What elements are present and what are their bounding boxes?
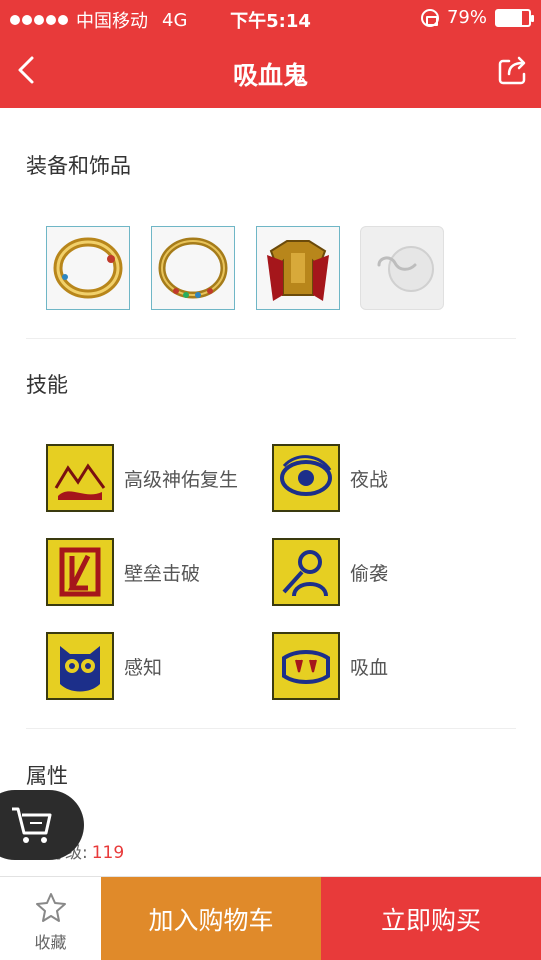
- section-divider: [26, 338, 516, 339]
- add-to-cart-button[interactable]: 加入购物车: [101, 877, 321, 960]
- jeweled-ring-icon: [158, 237, 228, 299]
- skill-item[interactable]: 夜战: [272, 444, 388, 512]
- battery-percent: 79%: [446, 7, 487, 28]
- skill-label: 吸血: [350, 656, 389, 679]
- resurrection-icon: [46, 444, 114, 512]
- gold-ring-icon: [53, 237, 123, 299]
- favorite-label: 收藏: [34, 933, 67, 952]
- eye-icon: [272, 444, 340, 512]
- skill-label: 偷袭: [350, 562, 389, 585]
- page-title: 吸血鬼: [232, 61, 308, 90]
- cart-icon: [12, 807, 52, 843]
- level-value: 119: [91, 843, 125, 863]
- nav-bar: 吸血鬼: [0, 36, 541, 108]
- equipment-slot-2[interactable]: [151, 226, 235, 310]
- share-icon: [498, 56, 526, 85]
- favorite-button[interactable]: 收藏: [0, 877, 101, 960]
- status-right: 79%: [420, 7, 534, 28]
- skill-item[interactable]: 吸血: [272, 632, 388, 700]
- battery-icon: [495, 8, 534, 27]
- equipment-slot-1[interactable]: [46, 226, 130, 310]
- share-button[interactable]: [495, 52, 531, 88]
- star-icon: [36, 893, 66, 922]
- rampart-break-icon: [46, 538, 114, 606]
- red-armor-icon: [267, 240, 329, 301]
- skill-item[interactable]: 感知: [46, 632, 162, 700]
- empty-slot-icon: [377, 246, 434, 292]
- attributes-section-title: 属性: [26, 764, 68, 788]
- battery-fill: [497, 10, 523, 25]
- skill-label: 夜战: [350, 468, 389, 491]
- bottom-action-bar: 收藏 加入购物车 立即购买: [0, 876, 541, 960]
- owl-icon: [46, 632, 114, 700]
- section-divider: [26, 728, 516, 729]
- equipment-section-title: 装备和饰品: [26, 154, 131, 178]
- ambush-icon: [272, 538, 340, 606]
- skill-label: 壁垒击破: [124, 562, 201, 585]
- buy-now-button[interactable]: 立即购买: [321, 877, 541, 960]
- status-bar: 中国移动 4G 下午5:14 79%: [0, 0, 541, 36]
- skill-item[interactable]: 高级神佑复生: [46, 444, 238, 512]
- floating-cart-button[interactable]: [0, 790, 84, 860]
- skill-item[interactable]: 偷袭: [272, 538, 388, 606]
- fangs-icon: [272, 632, 340, 700]
- equipment-slot-empty[interactable]: [360, 226, 444, 310]
- equipment-slot-3[interactable]: [256, 226, 340, 310]
- skills-section-title: 技能: [26, 373, 68, 397]
- skill-label: 感知: [124, 656, 163, 679]
- rotation-lock-icon: [420, 8, 439, 27]
- skill-label: 高级神佑复生: [124, 468, 239, 491]
- skill-item[interactable]: 壁垒击破: [46, 538, 200, 606]
- app-header: 中国移动 4G 下午5:14 79% 吸血鬼: [0, 0, 541, 108]
